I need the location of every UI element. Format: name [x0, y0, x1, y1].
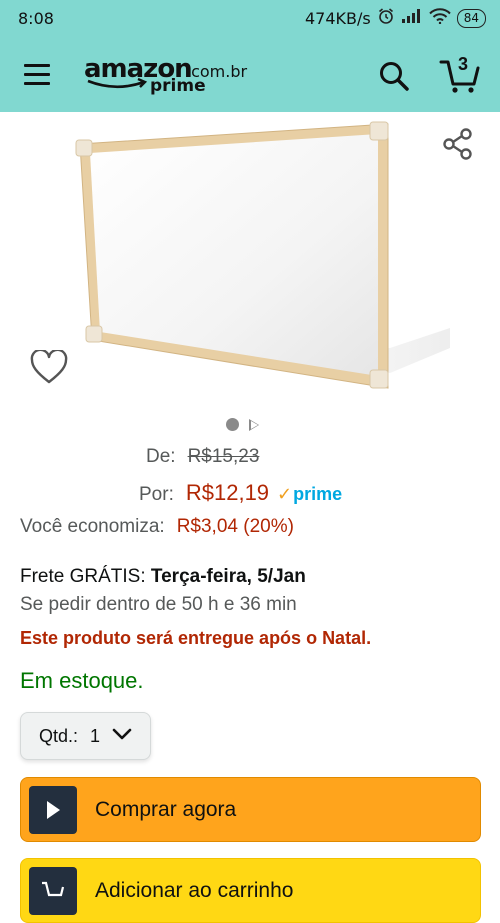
- share-icon[interactable]: [440, 126, 476, 162]
- cart-button[interactable]: 3: [438, 54, 482, 94]
- current-price-row: Por: R$12,19 ✓ prime: [139, 480, 342, 506]
- app-header: amazon .com.br prime 3: [0, 36, 500, 112]
- prime-badge: ✓ prime: [277, 484, 342, 505]
- savings-row: Você economiza: R$3,04 (20%): [20, 516, 294, 538]
- savings-label: Você economiza:: [20, 516, 165, 537]
- delivery-date: Terça-feira, 5/Jan: [150, 566, 306, 587]
- buy-now-button[interactable]: Comprar agora: [20, 777, 481, 842]
- quantity-value: 1: [90, 725, 101, 746]
- carousel-indicator: [226, 418, 259, 431]
- prime-label: prime: [293, 484, 343, 504]
- christmas-notice: Este produto será entregue após o Natal.: [20, 628, 372, 648]
- amazon-prime-logo[interactable]: amazon .com.br prime: [84, 54, 254, 98]
- prime-check-icon: ✓: [277, 484, 293, 504]
- quantity-label: Qtd.:: [39, 725, 79, 746]
- search-icon[interactable]: [376, 58, 412, 94]
- list-price: R$15,23: [187, 446, 260, 467]
- buy-now-label: Comprar agora: [95, 797, 237, 821]
- add-to-cart-button[interactable]: Adicionar ao carrinho: [20, 858, 481, 923]
- order-within-text: Se pedir dentro de 50 h e 36 min: [20, 594, 297, 615]
- delivery-info: Frete GRÁTIS: Terça-feira, 5/Jan: [20, 566, 306, 588]
- heart-icon[interactable]: [30, 348, 68, 386]
- product-image[interactable]: [60, 118, 456, 408]
- status-time: 8:08: [18, 8, 54, 28]
- video-thumb-play-icon[interactable]: [249, 418, 259, 431]
- battery-indicator: 84: [456, 8, 486, 28]
- hamburger-icon[interactable]: [24, 64, 52, 86]
- por-label: Por:: [139, 484, 174, 505]
- wifi-icon: [429, 8, 451, 28]
- logo-smile-icon: [87, 78, 148, 89]
- status-icons: 474KB/s 84: [305, 7, 486, 29]
- de-label: De:: [146, 446, 176, 467]
- signal-icon: [401, 8, 423, 28]
- status-bar: 8:08 474KB/s 84: [0, 0, 500, 36]
- quantity-select[interactable]: Qtd.: 1: [20, 712, 151, 760]
- network-speed: 474KB/s: [304, 8, 371, 28]
- chevron-down-icon: [112, 728, 132, 740]
- alarm-icon: [377, 7, 395, 29]
- cart-add-icon: [29, 866, 77, 915]
- list-price-row: De: R$15,23: [146, 446, 259, 468]
- play-icon: [29, 785, 77, 834]
- current-price: R$12,19: [185, 480, 270, 505]
- free-shipping-label: Frete GRÁTIS:: [20, 566, 146, 587]
- logo-prime: prime: [150, 76, 206, 96]
- stock-status: Em estoque.: [20, 668, 144, 693]
- carousel-dot-active[interactable]: [226, 418, 239, 431]
- add-to-cart-label: Adicionar ao carrinho: [95, 878, 294, 902]
- cart-count: 3: [458, 54, 469, 74]
- savings-value: R$3,04 (20%): [176, 516, 294, 537]
